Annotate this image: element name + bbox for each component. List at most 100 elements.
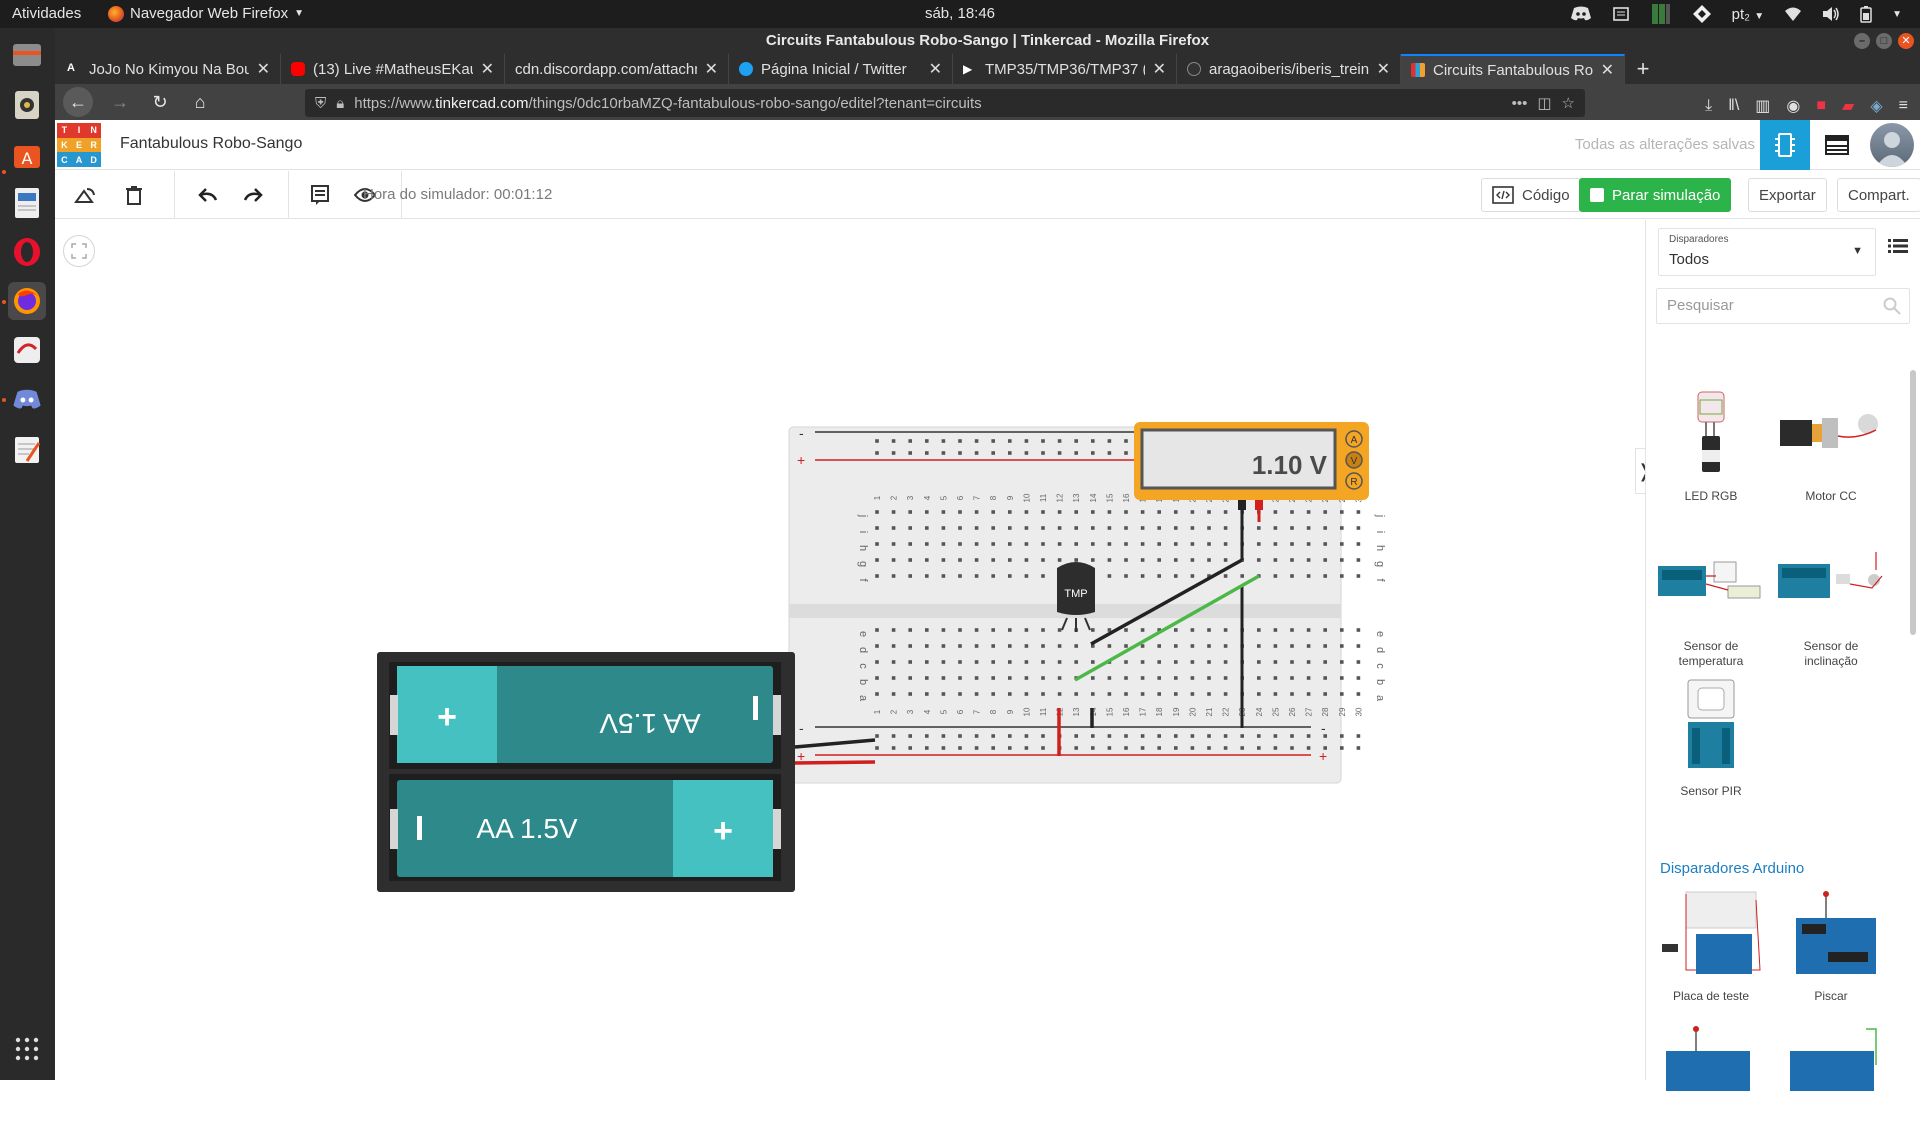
url-domain: tinkercad.com [435,94,529,112]
battery-wire-red[interactable] [794,760,876,765]
zoom-to-fit-button[interactable] [63,235,95,267]
component-placa-de-teste[interactable]: Placa de teste [1656,890,1766,1004]
firefox-icon[interactable] [8,282,46,320]
ubuntu-office-icon[interactable] [8,331,46,369]
extension-icon[interactable]: ■ [1816,97,1826,115]
url-text[interactable]: https://www.tinkercad.com/things/0dc10rb… [354,95,1501,112]
forward-button[interactable]: → [107,89,133,115]
list-view-button[interactable] [1888,238,1908,259]
battery-pack[interactable]: + AA 1.5V AA 1.5V + [377,652,795,892]
tab-twitter[interactable]: Página Inicial / Twitter ✕ [729,54,953,84]
minimize-button[interactable]: – [1854,33,1870,49]
close-tab-icon[interactable]: ✕ [1377,59,1390,79]
maximize-button[interactable]: □ [1876,33,1892,49]
show-applications-icon[interactable] [8,1030,46,1068]
component-sensor-temperatura[interactable]: Sensor de temperatura [1656,540,1766,669]
close-window-button[interactable]: ✕ [1898,33,1914,49]
library-icon[interactable]: ‖\ [1728,97,1739,115]
component-arduino-partial[interactable] [1656,1025,1766,1124]
software-center-icon[interactable]: A [8,136,46,174]
close-tab-icon[interactable]: ✕ [257,59,270,79]
lock-icon[interactable]: 🔒︎ [336,95,344,112]
tinkercad-icon [1411,63,1425,77]
circuit-canvas[interactable]: 1122334455667788991010111112121313141415… [55,220,1645,1080]
rotate-icon[interactable] [69,179,101,211]
multimeter[interactable]: 1.10 V A V R [1134,422,1369,510]
tab-github[interactable]: aragaoiberis/iberis_trein ✕ [1177,54,1401,84]
page-actions-icon[interactable]: ••• [1512,95,1528,112]
stop-simulation-button[interactable]: Parar simulação [1579,178,1732,212]
discord-tray-icon[interactable] [1570,6,1592,22]
tab-youtube-live[interactable]: (13) Live #MatheusEKau ✕ [281,54,505,84]
reload-button[interactable]: ↻ [147,89,173,115]
home-icon[interactable]: ⌂ [187,89,213,115]
language-indicator[interactable]: pt₂ ▼ [1732,6,1764,23]
component-name: Sensor de inclinação [1803,639,1859,668]
user-avatar[interactable] [1868,120,1916,170]
circuit-view-button[interactable] [1760,120,1810,170]
components-filter-select[interactable]: Disparadores Todos ▼ [1658,228,1876,276]
close-tab-icon[interactable]: ✕ [929,59,942,79]
url-bar[interactable]: ⛨ 🔒︎ https://www.tinkercad.com/things/0d… [305,89,1585,117]
back-button[interactable]: ← [63,87,93,117]
activities-button[interactable]: Atividades [12,5,81,22]
notes-icon[interactable] [304,179,336,211]
text-editor-icon[interactable] [8,431,46,469]
close-tab-icon[interactable]: ✕ [1601,60,1614,80]
panel-scrollbar[interactable] [1910,370,1916,635]
close-tab-icon[interactable]: ✕ [1153,59,1166,79]
battery-icon[interactable] [1860,5,1872,23]
opera-icon[interactable] [8,233,46,271]
rhythmbox-icon[interactable] [8,86,46,124]
files-icon[interactable] [8,36,46,74]
component-search-input[interactable]: Pesquisar [1656,288,1910,324]
extension-icon[interactable]: ▰ [1842,96,1854,116]
menu-icon[interactable]: ≡ [1899,97,1908,115]
component-arduino-partial[interactable] [1776,1025,1886,1124]
extension-icon[interactable]: ◈ [1870,96,1882,116]
rail-plus-bottom-right: + [1319,748,1327,764]
volume-icon[interactable] [1822,6,1840,22]
account-icon[interactable]: ◉ [1786,96,1800,116]
tab-tmp-datasheet[interactable]: ▶ TMP35/TMP36/TMP37 ( ✕ [953,54,1177,84]
sidebar-icon[interactable]: ▥ [1755,96,1770,116]
design-title[interactable]: Fantabulous Robo-Sango [120,135,302,153]
component-list-button[interactable] [1812,120,1862,170]
shield-icon[interactable]: ⛨ [315,95,326,112]
tab-jojo[interactable]: A JoJo No Kimyou Na Bouk ✕ [57,54,281,84]
system-monitor-tray-icon[interactable] [1650,3,1672,25]
bookmark-star-icon[interactable]: ☆ [1562,94,1575,112]
download-icon[interactable]: ⤓ [1705,97,1712,115]
component-piscar[interactable]: Piscar [1776,890,1886,1004]
chevron-down-icon[interactable]: ▼ [1892,9,1902,20]
breadboard-label: 20 [1188,707,1197,716]
component-led-rgb[interactable]: LED RGB [1656,390,1766,504]
diamond-tray-icon[interactable] [1692,4,1712,24]
export-button[interactable]: Exportar [1748,178,1827,212]
component-sensor-inclinacao[interactable]: Sensor de inclinação [1776,540,1886,669]
clock[interactable]: sáb, 18:46 [925,5,995,22]
new-tab-button[interactable]: + [1625,54,1661,84]
close-tab-icon[interactable]: ✕ [481,59,494,79]
tinkercad-logo[interactable]: T I N K E R C A D [57,123,101,167]
document-viewer-icon[interactable] [8,184,46,222]
delete-icon[interactable] [118,179,150,211]
screenshot-tray-icon[interactable] [1612,5,1630,23]
battery-plus-top: + [437,698,457,736]
component-sensor-pir[interactable]: Sensor PIR [1656,675,1766,799]
breadboard-label: 15 [1105,493,1114,502]
close-tab-icon[interactable]: ✕ [705,59,718,79]
wifi-icon[interactable] [1784,6,1802,22]
breadboard-label: 19 [1172,707,1181,716]
code-button[interactable]: Código [1481,178,1581,212]
tab-tinkercad[interactable]: Circuits Fantabulous Robo ✕ [1401,54,1625,84]
share-button[interactable]: Compart. [1837,178,1920,212]
app-menu[interactable]: Navegador Web Firefox ▼ [108,5,304,22]
redo-icon[interactable] [237,179,269,211]
discord-icon[interactable] [8,381,46,419]
undo-icon[interactable] [192,179,224,211]
pocket-icon[interactable]: ◫ [1537,94,1551,112]
tab-discord-cdn[interactable]: cdn.discordapp.com/attachm ✕ [505,54,729,84]
component-motor-cc[interactable]: Motor CC [1776,390,1886,504]
circuit-drawing[interactable]: 1122334455667788991010111112121313141415… [55,220,1645,1080]
